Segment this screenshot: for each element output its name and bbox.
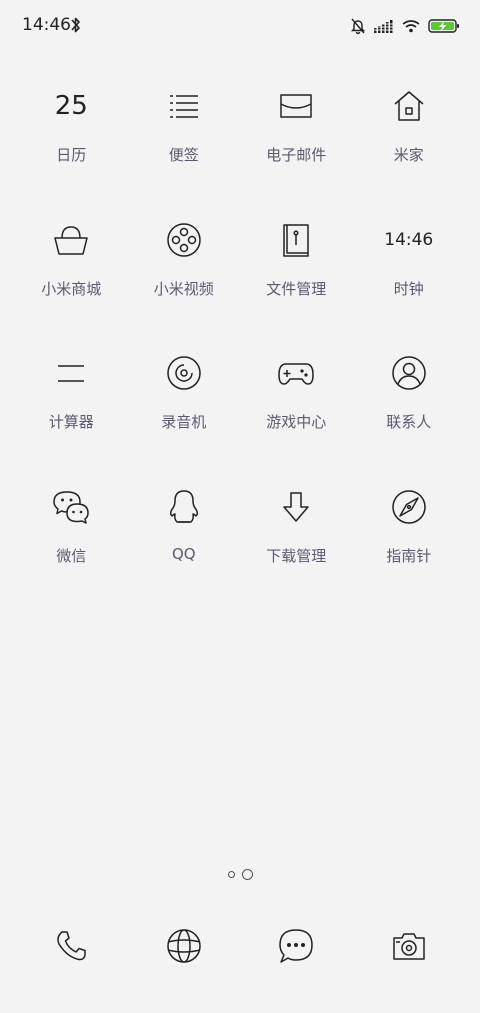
bluetooth-icon xyxy=(71,17,80,33)
app-mi-home[interactable]: 米家 xyxy=(353,82,466,216)
app-mi-store[interactable]: 小米商城 xyxy=(15,216,128,350)
app-game-center[interactable]: 游戏中心 xyxy=(240,349,353,483)
messages-icon xyxy=(279,929,313,963)
notes-icon xyxy=(162,84,206,128)
status-bar: 14:46 xyxy=(0,0,480,52)
app-wechat[interactable]: 微信 xyxy=(15,483,128,617)
app-label: 便签 xyxy=(168,146,199,164)
status-icons xyxy=(350,15,460,37)
camera-icon xyxy=(393,933,425,960)
app-notes[interactable]: 便签 xyxy=(128,82,241,216)
email-icon xyxy=(274,84,318,128)
app-label: QQ xyxy=(171,544,196,563)
app-label: 日历 xyxy=(56,146,87,164)
contacts-icon xyxy=(387,351,431,395)
home-icon xyxy=(387,84,431,128)
app-qq[interactable]: QQ xyxy=(128,483,241,617)
battery-charging-icon xyxy=(428,19,459,33)
app-label: 米家 xyxy=(393,146,424,164)
page-dot-current[interactable] xyxy=(241,869,253,880)
qq-penguin-icon xyxy=(162,485,206,529)
app-grid: 25 日历 便签 电子邮件 米家 小米商城 小米视频 文件管理 14:46 时钟… xyxy=(15,82,465,616)
app-contacts[interactable]: 联系人 xyxy=(353,349,466,483)
app-downloads[interactable]: 下载管理 xyxy=(240,483,353,617)
page-dot[interactable] xyxy=(227,871,235,878)
app-label: 游戏中心 xyxy=(266,413,327,431)
dock-browser[interactable] xyxy=(128,926,241,966)
app-calculator[interactable]: 计算器 xyxy=(15,349,128,483)
shopping-bag-icon xyxy=(49,218,93,262)
signal-icon xyxy=(374,20,394,33)
app-label: 电子邮件 xyxy=(266,146,327,164)
app-mi-video[interactable]: 小米视频 xyxy=(128,216,241,350)
app-clock[interactable]: 14:46 时钟 xyxy=(353,216,466,350)
app-calendar[interactable]: 25 日历 xyxy=(15,82,128,216)
calendar-icon: 25 xyxy=(49,84,93,128)
app-file-manager[interactable]: 文件管理 xyxy=(240,216,353,350)
app-label: 时钟 xyxy=(393,279,424,298)
dock-phone[interactable] xyxy=(15,926,128,966)
app-email[interactable]: 电子邮件 xyxy=(240,82,353,216)
recorder-icon xyxy=(162,351,206,395)
status-time: 14:46 xyxy=(22,15,71,35)
app-compass[interactable]: 指南针 xyxy=(353,483,466,617)
app-label: 文件管理 xyxy=(266,279,327,298)
clock-time-text: 14:46 xyxy=(384,229,434,250)
dock-messages[interactable] xyxy=(240,926,353,966)
app-label: 小米视频 xyxy=(153,279,214,298)
gamepad-icon xyxy=(274,351,318,395)
browser-globe-icon xyxy=(167,929,201,963)
calculator-icon xyxy=(49,351,93,395)
app-label: 联系人 xyxy=(386,413,432,431)
app-label: 小米商城 xyxy=(41,279,102,298)
compass-icon xyxy=(387,485,431,529)
phone-icon xyxy=(57,931,86,961)
download-icon xyxy=(274,485,318,529)
app-recorder[interactable]: 录音机 xyxy=(128,349,241,483)
wechat-icon xyxy=(49,485,93,529)
app-label: 微信 xyxy=(56,546,87,565)
app-label: 录音机 xyxy=(161,413,207,431)
calendar-day-number: 25 xyxy=(54,91,88,121)
file-manager-icon xyxy=(274,218,318,262)
film-reel-icon xyxy=(162,218,206,262)
page-indicator[interactable] xyxy=(0,869,480,880)
clock-icon: 14:46 xyxy=(384,218,434,262)
dock-camera[interactable] xyxy=(353,926,466,966)
app-label: 指南针 xyxy=(386,546,432,565)
mute-bell-icon xyxy=(350,18,366,35)
dock xyxy=(15,926,465,966)
app-label: 下载管理 xyxy=(266,546,327,565)
wifi-icon xyxy=(402,20,420,33)
app-label: 计算器 xyxy=(48,413,94,431)
